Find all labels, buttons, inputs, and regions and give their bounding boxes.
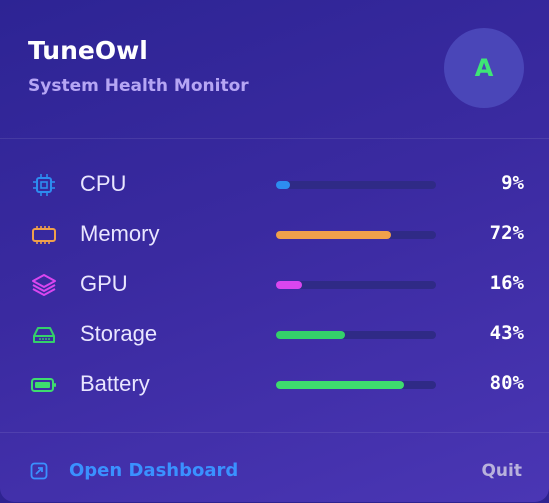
hard-drive-icon xyxy=(33,327,55,343)
metric-label: Battery xyxy=(80,371,150,396)
metric-fill xyxy=(276,181,291,189)
panel-footer: Open Dashboard Quit xyxy=(0,432,549,503)
open-dashboard-link[interactable]: Open Dashboard xyxy=(30,460,238,481)
metric-value: 43% xyxy=(489,322,524,344)
metric-fill xyxy=(276,281,302,289)
health-monitor-panel: TuneOwl System Health Monitor A CPU 9% M… xyxy=(0,0,549,502)
layers-icon xyxy=(32,274,56,296)
metric-track xyxy=(276,231,436,239)
metric-label: Storage xyxy=(80,321,158,346)
metric-label: CPU xyxy=(80,171,127,196)
metric-track xyxy=(276,181,436,189)
avatar[interactable]: A xyxy=(444,28,524,108)
metric-row-battery: Battery 80% xyxy=(0,360,549,410)
metric-value: 16% xyxy=(489,272,524,294)
quit-button[interactable]: Quit xyxy=(481,461,522,481)
open-dashboard-label: Open Dashboard xyxy=(69,460,239,481)
external-link-icon xyxy=(30,462,48,479)
app-name: TuneOwl xyxy=(28,36,148,65)
metric-track xyxy=(276,331,436,339)
metric-value: 80% xyxy=(489,372,524,394)
memory-module-icon xyxy=(32,226,56,244)
metric-row-memory: Memory 72% xyxy=(0,210,549,260)
metric-track xyxy=(276,281,436,289)
metric-row-storage: Storage 43% xyxy=(0,310,549,360)
metric-fill xyxy=(276,331,345,339)
metric-label: Memory xyxy=(80,221,160,246)
metric-label: GPU xyxy=(80,271,128,296)
cpu-chip-icon xyxy=(33,174,55,196)
app-subtitle: System Health Monitor xyxy=(28,76,249,96)
metric-track xyxy=(276,381,436,389)
metric-row-gpu: GPU 16% xyxy=(0,260,549,310)
metric-value: 72% xyxy=(489,222,524,244)
panel-header: TuneOwl System Health Monitor A xyxy=(0,0,549,139)
metric-value: 9% xyxy=(501,172,524,194)
metric-fill xyxy=(276,381,404,389)
battery-icon xyxy=(31,378,56,392)
metric-fill xyxy=(276,231,392,239)
metric-row-cpu: CPU 9% xyxy=(0,160,549,210)
